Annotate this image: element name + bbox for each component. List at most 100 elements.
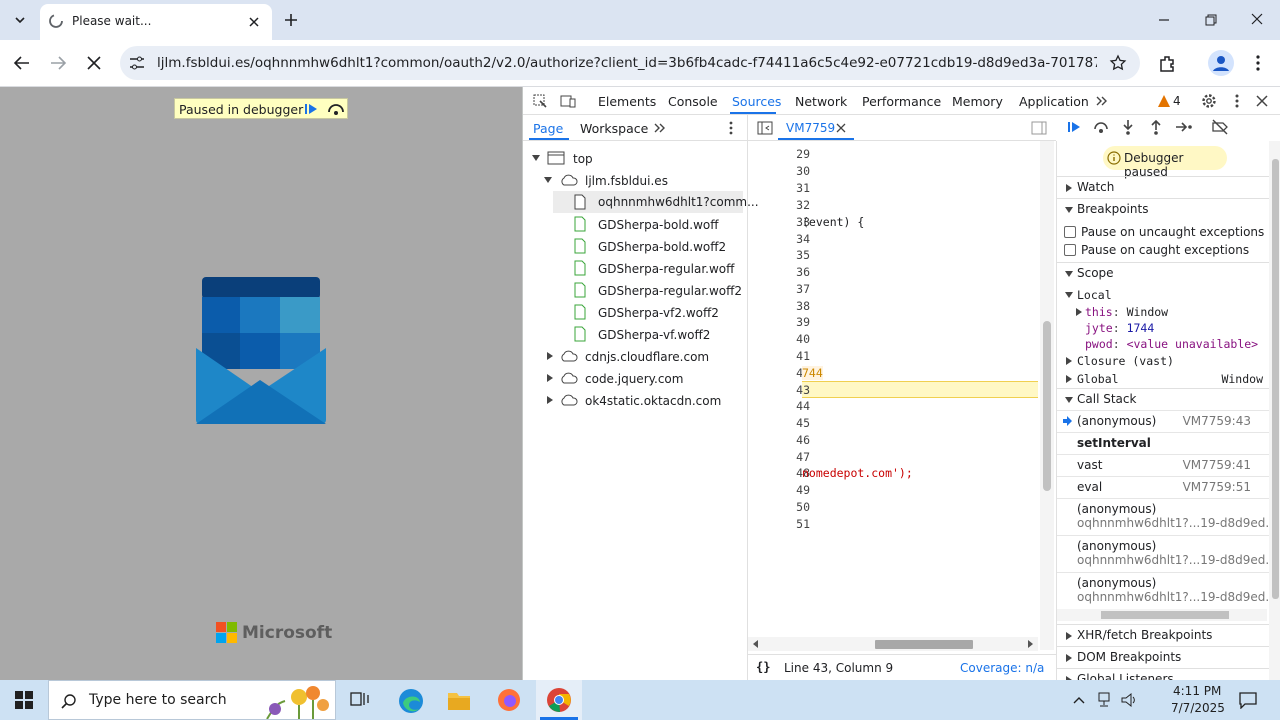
show-hidden-icons[interactable] (1072, 693, 1086, 707)
edge-browser-icon[interactable] (398, 688, 424, 714)
site-info-icon[interactable] (128, 55, 146, 71)
new-tab-icon[interactable] (282, 11, 300, 29)
step-into-icon[interactable] (1120, 119, 1136, 135)
scope-closure[interactable]: Closure (vast) (1066, 354, 1174, 368)
code-vertical-scrollbar[interactable] (1040, 141, 1054, 650)
omnibox[interactable]: ljlm.fsbldui.es/oqhnnmhw6dhlt1?common/oa… (120, 46, 1140, 80)
inspect-element-icon[interactable] (532, 93, 548, 109)
firefox-icon[interactable] (497, 688, 521, 712)
selected-file-row[interactable]: oqhnnmhw6dhlt1?comm... (553, 191, 759, 213)
resume-icon[interactable] (303, 101, 321, 117)
call-frame[interactable]: (anonymous) oqhnnmhw6dhlt1?...19-d8d9ed.… (1057, 535, 1277, 572)
call-frame[interactable]: (anonymous) oqhnnmhw6dhlt1?...19-d8d9ed.… (1057, 572, 1277, 609)
resume-icon[interactable] (1066, 119, 1084, 135)
scroll-thumb[interactable] (1043, 321, 1051, 491)
tab-application[interactable]: Application (1019, 94, 1089, 109)
active-tab[interactable]: Please wait... (40, 4, 272, 40)
code-area[interactable]: 29 30 31 32 33 34 35 36 37 38 39 40 41 4… (748, 141, 1038, 650)
pause-caught-checkbox[interactable] (1064, 244, 1076, 256)
pretty-print-icon[interactable]: {} (756, 660, 770, 674)
tab-sources[interactable]: Sources (732, 94, 781, 109)
scope-section[interactable]: Scope (1057, 262, 1269, 284)
toggle-debugger-icon[interactable] (1031, 120, 1047, 136)
call-frame[interactable]: vast VM7759:41 (1057, 454, 1269, 476)
breakpoints-section[interactable]: Breakpoints (1057, 198, 1269, 220)
forward-arrow-icon[interactable] (48, 54, 68, 72)
cloud-icon (561, 394, 578, 406)
tab-performance[interactable]: Performance (862, 94, 941, 109)
microsoft-logo-icon (216, 622, 237, 643)
notifications-icon[interactable] (1238, 691, 1258, 709)
device-toolbar-icon[interactable] (559, 93, 577, 109)
network-icon[interactable] (1096, 691, 1112, 709)
devtools-menu-icon[interactable] (1230, 93, 1244, 109)
call-frame[interactable]: (anonymous) VM7759:43 (1057, 410, 1269, 432)
scroll-thumb[interactable] (1272, 159, 1279, 599)
call-frame[interactable]: (anonymous) oqhnnmhw6dhlt1?...19-d8d9ed.… (1057, 498, 1277, 535)
more-menu-icon[interactable] (1250, 53, 1266, 73)
tab-workspace[interactable]: Workspace (580, 121, 648, 136)
close-tab-icon[interactable] (246, 14, 262, 30)
scope-local[interactable]: Local (1065, 288, 1112, 302)
line-number: 41 (796, 349, 810, 363)
more-nav-tabs-icon[interactable] (653, 121, 667, 135)
tab-search-button[interactable] (8, 8, 32, 32)
task-view-icon[interactable] (350, 691, 370, 709)
close-devtools-icon[interactable] (1255, 94, 1269, 108)
step-over-icon[interactable] (1092, 119, 1110, 135)
dom-breakpoints-section[interactable]: DOM Breakpoints (1057, 646, 1269, 668)
step-over-icon[interactable] (326, 101, 346, 117)
clock-time[interactable]: 4:11 PM (1173, 684, 1221, 698)
call-frame[interactable]: eval VM7759:51 (1057, 476, 1269, 498)
extensions-icon[interactable] (1158, 54, 1178, 72)
file-tab[interactable]: VM7759 (786, 121, 835, 135)
profile-avatar[interactable] (1208, 50, 1234, 76)
bookmark-star-icon[interactable] (1109, 54, 1127, 72)
scroll-left-icon[interactable] (752, 640, 760, 648)
volume-icon[interactable] (1120, 691, 1138, 709)
sidebar-vertical-scrollbar[interactable] (1269, 141, 1280, 680)
callstack-section[interactable]: Call Stack (1057, 388, 1269, 410)
tab-page[interactable]: Page (533, 121, 563, 136)
windows-start-icon[interactable] (15, 691, 33, 709)
chrome-taskbar-button[interactable] (536, 680, 582, 720)
more-tabs-icon[interactable] (1095, 94, 1109, 108)
close-file-icon[interactable] (836, 123, 846, 133)
global-listeners-section[interactable]: Global Listeners (1057, 668, 1269, 680)
coverage-link[interactable]: Coverage: n/a (960, 661, 1044, 675)
scope-this[interactable]: this: Window (1076, 305, 1168, 319)
step-icon[interactable] (1175, 119, 1193, 135)
tab-console[interactable]: Console (668, 94, 718, 109)
step-out-icon[interactable] (1148, 119, 1164, 135)
scope-jyte[interactable]: jyte: 1744 (1085, 321, 1154, 335)
restore-icon[interactable] (1202, 12, 1220, 28)
minimize-icon[interactable] (1155, 12, 1173, 28)
toggle-navigator-icon[interactable] (757, 120, 773, 136)
nav-menu-icon[interactable] (725, 120, 737, 136)
warning-icon[interactable] (1157, 94, 1171, 108)
code-horizontal-scrollbar[interactable] (748, 637, 1038, 651)
tab-memory[interactable]: Memory (952, 94, 1003, 109)
close-window-icon[interactable] (1248, 12, 1266, 28)
watch-section[interactable]: Watch (1057, 176, 1269, 198)
scroll-right-icon[interactable] (1026, 640, 1034, 648)
sidebar-horizontal-scrollbar[interactable] (1057, 609, 1267, 621)
back-arrow-icon[interactable] (12, 54, 32, 72)
clock-date[interactable]: 7/7/2025 (1171, 701, 1225, 715)
scope-global[interactable]: Global Window (1066, 372, 1263, 386)
tab-elements[interactable]: Elements (598, 94, 656, 109)
xhr-breakpoints-section[interactable]: XHR/fetch Breakpoints (1057, 624, 1269, 646)
issues-count[interactable]: 4 (1173, 94, 1181, 108)
pause-uncaught-checkbox[interactable] (1064, 226, 1076, 238)
pause-uncaught-row[interactable]: Pause on uncaught exceptions (1063, 225, 1273, 241)
scroll-thumb[interactable] (875, 640, 973, 649)
pause-caught-row[interactable]: Pause on caught exceptions (1063, 243, 1273, 259)
scope-pwod[interactable]: pwod: <value unavailable> (1085, 337, 1258, 351)
tab-network[interactable]: Network (795, 94, 847, 109)
taskbar-search[interactable]: Type here to search (48, 680, 336, 720)
settings-gear-icon[interactable] (1200, 92, 1218, 110)
deactivate-breakpoints-icon[interactable] (1211, 119, 1229, 135)
scroll-thumb[interactable] (1101, 611, 1229, 619)
stop-loading-icon[interactable] (84, 54, 104, 72)
file-explorer-icon[interactable] (447, 689, 471, 711)
